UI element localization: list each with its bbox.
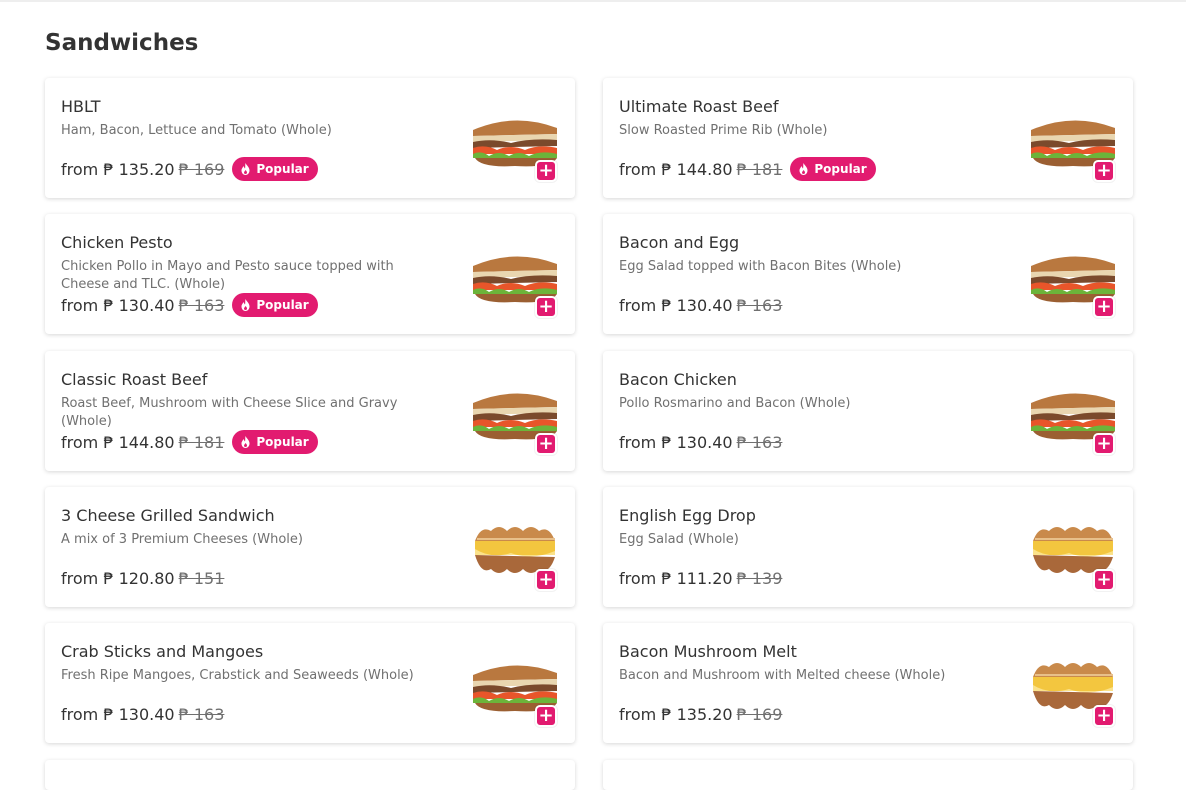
item-name: English Egg Drop	[619, 506, 756, 525]
popular-label: Popular	[256, 435, 309, 449]
price-row: from ₱ 120.80 ₱ 151	[61, 567, 224, 589]
item-description: Ham, Bacon, Lettuce and Tomato (Whole)	[61, 123, 332, 138]
price-row: from ₱ 130.40 ₱ 163 Popular	[61, 293, 318, 317]
item-price: from ₱ 135.20	[619, 704, 733, 724]
item-description: Roast Beef, Mushroom with Cheese Slice a…	[61, 396, 398, 429]
item-original-price: ₱ 151	[178, 568, 225, 588]
section-title: Sandwiches	[45, 30, 199, 56]
price-row: from ₱ 144.80 ₱ 181 Popular	[619, 157, 876, 181]
item-price: from ₱ 144.80	[619, 159, 733, 179]
item-price: from ₱ 120.80	[61, 568, 175, 588]
plus-icon: +	[538, 433, 554, 454]
item-price: from ₱ 144.80	[61, 432, 175, 452]
menu-item-card[interactable]: Bacon and Egg Egg Salad topped with Bacon…	[603, 214, 1133, 334]
menu-item-card[interactable]: English Egg Drop Egg Salad (Whole) from ₱ …	[603, 487, 1133, 607]
item-price: from ₱ 130.40	[619, 432, 733, 452]
plus-icon: +	[1096, 296, 1112, 317]
add-to-cart-button[interactable]: +	[1093, 160, 1115, 182]
item-original-price: ₱ 163	[736, 432, 783, 452]
menu-item-card[interactable]: Ultimate Roast Beef Slow Roasted Prime Ri…	[603, 78, 1133, 198]
plus-icon: +	[1096, 705, 1112, 726]
item-description: Pollo Rosmarino and Bacon (Whole)	[619, 396, 851, 411]
item-description: Fresh Ripe Mangoes, Crabstick and Seawee…	[61, 668, 414, 683]
item-description: Chicken Pollo in Mayo and Pesto sauce to…	[61, 259, 394, 292]
item-name: Classic Roast Beef	[61, 370, 208, 389]
add-to-cart-button[interactable]: +	[1093, 569, 1115, 591]
item-name: 3 Cheese Grilled Sandwich	[61, 506, 275, 525]
menu-item-card[interactable]: Chicken Pesto Chicken Pollo in Mayo and P…	[45, 214, 575, 334]
item-name: Bacon and Egg	[619, 233, 740, 252]
menu-item-card[interactable]: Bacon Chicken Pollo Rosmarino and Bacon (…	[603, 351, 1133, 471]
add-to-cart-button[interactable]: +	[1093, 296, 1115, 318]
item-name: Bacon Chicken	[619, 370, 737, 389]
item-price: from ₱ 130.40	[619, 295, 733, 315]
item-original-price: ₱ 181	[736, 159, 783, 179]
fire-icon	[241, 163, 250, 175]
item-name: Ultimate Roast Beef	[619, 97, 779, 116]
popular-badge: Popular	[790, 157, 876, 181]
add-to-cart-button[interactable]: +	[1093, 433, 1115, 455]
item-name: HBLT	[61, 97, 101, 116]
popular-badge: Popular	[232, 430, 318, 454]
item-description: Egg Salad (Whole)	[619, 532, 739, 547]
item-original-price: ₱ 163	[736, 295, 783, 315]
menu-item-card[interactable]: 3 Cheese Grilled Sandwich A mix of 3 Prem…	[45, 487, 575, 607]
price-row: from ₱ 144.80 ₱ 181 Popular	[61, 430, 318, 454]
item-original-price: ₱ 181	[178, 432, 225, 452]
popular-label: Popular	[256, 162, 309, 176]
price-row: from ₱ 135.20 ₱ 169	[619, 703, 782, 725]
plus-icon: +	[1096, 433, 1112, 454]
menu-item-card-partial[interactable]	[45, 760, 575, 790]
plus-icon: +	[538, 569, 554, 590]
item-description: A mix of 3 Premium Cheeses (Whole)	[61, 532, 303, 547]
menu-item-card[interactable]: Bacon Mushroom Melt Bacon and Mushroom wi…	[603, 623, 1133, 743]
add-to-cart-button[interactable]: +	[535, 160, 557, 182]
item-description: Bacon and Mushroom with Melted cheese (W…	[619, 668, 946, 683]
plus-icon: +	[538, 296, 554, 317]
menu-item-card[interactable]: Classic Roast Beef Roast Beef, Mushroom w…	[45, 351, 575, 471]
plus-icon: +	[538, 705, 554, 726]
item-price: from ₱ 135.20	[61, 159, 175, 179]
menu-item-card[interactable]: Crab Sticks and Mangoes Fresh Ripe Mangoe…	[45, 623, 575, 743]
item-original-price: ₱ 163	[178, 704, 225, 724]
price-row: from ₱ 130.40 ₱ 163	[61, 703, 224, 725]
item-price: from ₱ 130.40	[61, 704, 175, 724]
item-original-price: ₱ 163	[178, 295, 225, 315]
fire-icon	[241, 436, 250, 448]
price-row: from ₱ 130.40 ₱ 163	[619, 294, 782, 316]
header-divider	[0, 0, 1186, 2]
item-price: from ₱ 111.20	[619, 568, 733, 588]
price-row: from ₱ 130.40 ₱ 163	[619, 431, 782, 453]
item-original-price: ₱ 139	[736, 568, 783, 588]
plus-icon: +	[1096, 160, 1112, 181]
price-row: from ₱ 111.20 ₱ 139	[619, 567, 782, 589]
item-name: Crab Sticks and Mangoes	[61, 642, 264, 661]
menu-item-card-partial[interactable]	[603, 760, 1133, 790]
item-price: from ₱ 130.40	[61, 295, 175, 315]
add-to-cart-button[interactable]: +	[1093, 705, 1115, 727]
item-description: Egg Salad topped with Bacon Bites (Whole…	[619, 259, 902, 274]
popular-badge: Popular	[232, 157, 318, 181]
popular-label: Popular	[814, 162, 867, 176]
add-to-cart-button[interactable]: +	[535, 705, 557, 727]
menu-item-card[interactable]: HBLT Ham, Bacon, Lettuce and Tomato (Whol…	[45, 78, 575, 198]
price-row: from ₱ 135.20 ₱ 169 Popular	[61, 157, 318, 181]
plus-icon: +	[1096, 569, 1112, 590]
fire-icon	[799, 163, 808, 175]
item-name: Chicken Pesto	[61, 233, 173, 252]
add-to-cart-button[interactable]: +	[535, 296, 557, 318]
fire-icon	[241, 299, 250, 311]
item-description: Slow Roasted Prime Rib (Whole)	[619, 123, 828, 138]
item-name: Bacon Mushroom Melt	[619, 642, 797, 661]
popular-label: Popular	[256, 298, 309, 312]
plus-icon: +	[538, 160, 554, 181]
item-original-price: ₱ 169	[178, 159, 225, 179]
add-to-cart-button[interactable]: +	[535, 569, 557, 591]
popular-badge: Popular	[232, 293, 318, 317]
add-to-cart-button[interactable]: +	[535, 433, 557, 455]
item-original-price: ₱ 169	[736, 704, 783, 724]
